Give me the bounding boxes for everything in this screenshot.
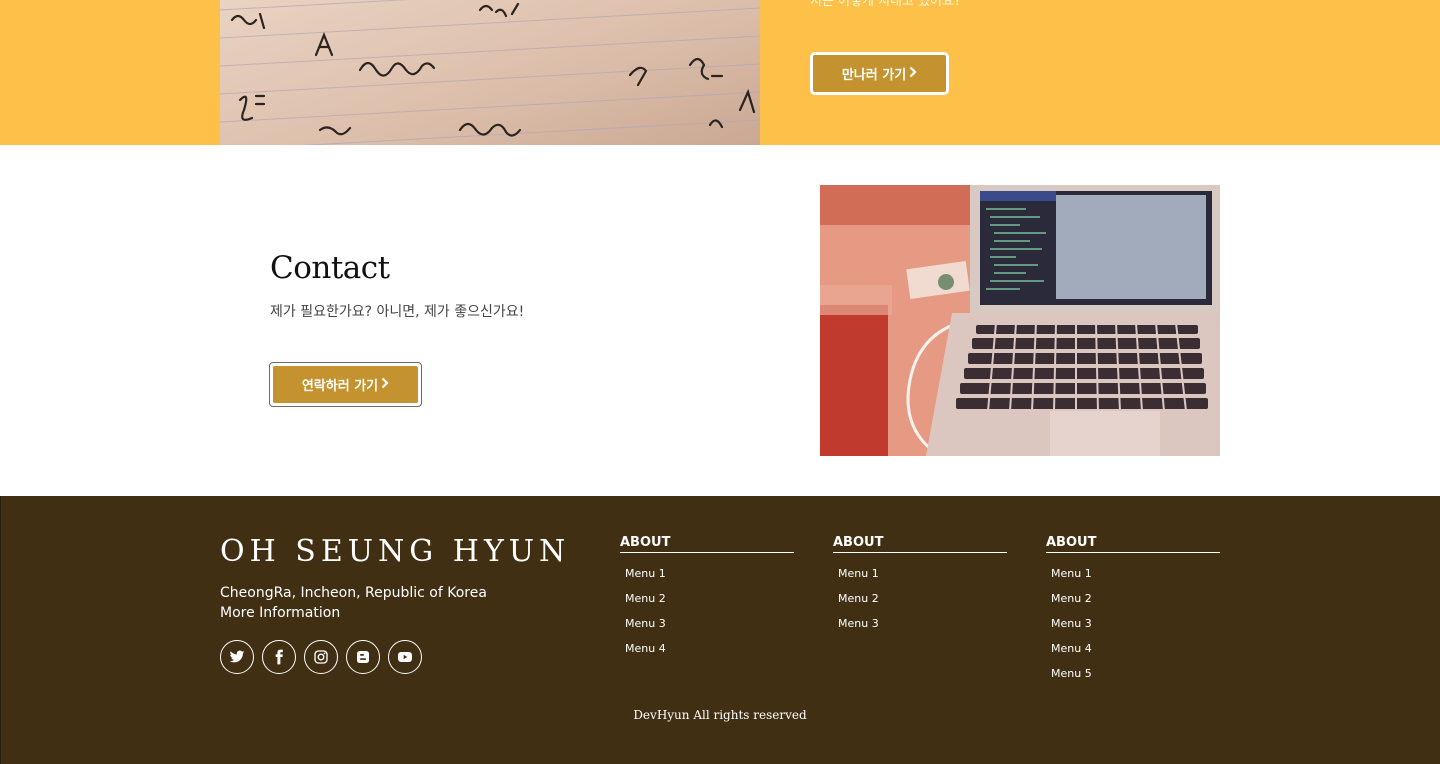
facebook-button[interactable] [262,640,296,674]
footer-menu-list: Menu 1 Menu 2 Menu 3 Menu 4 Menu 5 [1046,566,1220,691]
meet-button-label: 만나러 가기 [841,68,907,83]
youtube-button[interactable] [388,640,422,674]
footer-menu-link[interactable]: Menu 1 [1051,567,1092,580]
laptop-illustration [820,185,1220,456]
youtube-icon [398,652,412,662]
about-band-text: 지는 어떻게 지내고 있어요? [810,0,961,8]
footer-menu-link[interactable]: Menu 2 [625,592,666,605]
footer-menu-item: Menu 4 [1051,641,1220,666]
footer-menu-link[interactable]: Menu 4 [625,642,666,655]
footer-menu-link[interactable]: Menu 2 [838,592,879,605]
footer-menu-item: Menu 4 [625,641,794,666]
social-links [220,640,422,674]
copyright-text: DevHyun All rights reserved [633,708,807,722]
address-line: CheongRa, Incheon, Republic of Korea [220,585,487,601]
footer-menu-item: Menu 1 [838,566,1007,591]
footer-menu-link[interactable]: Menu 5 [1051,667,1092,680]
footer-menu-list: Menu 1 Menu 2 Menu 3 [833,566,1007,641]
more-information-link[interactable]: More Information [220,603,487,623]
contact-button[interactable]: 연락하러 가기 [273,366,418,403]
contact-button-label: 연락하러 가기 [301,379,379,394]
footer-column-heading: ABOUT [833,534,1007,553]
footer-column-3: ABOUT Menu 1 Menu 2 Menu 3 Menu 4 Menu 5 [1046,534,1220,691]
facebook-icon [275,649,283,665]
twitter-button[interactable] [220,640,254,674]
footer-menu-link[interactable]: Menu 1 [838,567,879,580]
chevron-right-icon [381,377,389,393]
footer-brand: OH SEUNG HYUN [220,534,571,569]
about-band: 지는 어떻게 지내고 있어요? 만나러 가기 [0,0,1440,145]
footer-address: CheongRa, Incheon, Republic of Korea Mor… [220,583,487,623]
instagram-icon [314,650,328,664]
footer-menu-item: Menu 2 [1051,591,1220,616]
footer-menu-item: Menu 1 [625,566,794,591]
contact-button-frame: 연락하러 가기 [269,362,422,407]
instagram-button[interactable] [304,640,338,674]
footer-menu-link[interactable]: Menu 3 [1051,617,1092,630]
meet-button[interactable]: 만나러 가기 [810,52,949,95]
contact-subtitle: 제가 필요한가요? 아니면, 제가 좋으신가요! [270,304,525,320]
twitter-icon [229,650,245,663]
footer-menu-item: Menu 3 [1051,616,1220,641]
footer-column-heading: ABOUT [1046,534,1220,553]
chevron-right-icon [909,66,917,82]
notebook-lines [220,0,760,145]
blogger-icon [357,651,369,663]
footer-menu-link[interactable]: Menu 4 [1051,642,1092,655]
footer-menu-link[interactable]: Menu 3 [625,617,666,630]
footer-column-2: ABOUT Menu 1 Menu 2 Menu 3 [833,534,1007,641]
contact-title: Contact [270,250,390,286]
footer-menu-list: Menu 1 Menu 2 Menu 3 Menu 4 [620,566,794,666]
blogger-button[interactable] [346,640,380,674]
footer-column-1: ABOUT Menu 1 Menu 2 Menu 3 Menu 4 [620,534,794,666]
handwritten-notes-image [220,0,760,145]
footer-menu-item: Menu 5 [1051,666,1220,691]
footer-menu-item: Menu 3 [625,616,794,641]
footer-column-heading: ABOUT [620,534,794,553]
footer-menu-item: Menu 3 [838,616,1007,641]
footer-menu-item: Menu 2 [625,591,794,616]
footer-menu-item: Menu 1 [1051,566,1220,591]
laptop-image [820,185,1220,456]
footer-menu-link[interactable]: Menu 3 [838,617,879,630]
footer-menu-link[interactable]: Menu 1 [625,567,666,580]
footer-menu-link[interactable]: Menu 2 [1051,592,1092,605]
footer-menu-item: Menu 2 [838,591,1007,616]
